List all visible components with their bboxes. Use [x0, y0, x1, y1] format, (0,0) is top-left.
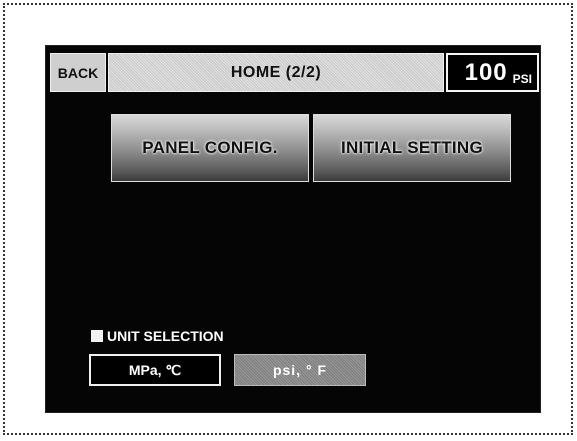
- panel-config-button[interactable]: PANEL CONFIG.: [111, 114, 309, 182]
- device-frame: BACK HOME (2/2) 100 PSI PANEL CONFIG. IN…: [3, 3, 573, 435]
- unit-mpa-celsius-button[interactable]: MPa, ℃: [89, 354, 221, 386]
- pressure-value: 100: [464, 59, 508, 86]
- unit-psi-fahrenheit-button[interactable]: psi, ° F: [234, 354, 366, 386]
- unit-selection-heading: UNIT SELECTION: [91, 328, 224, 344]
- square-bullet-icon: [91, 330, 103, 342]
- unit-selection-label: UNIT SELECTION: [107, 328, 224, 344]
- page-title: HOME (2/2): [108, 53, 444, 92]
- initial-setting-button[interactable]: INITIAL SETTING: [313, 114, 511, 182]
- pressure-unit: PSI: [512, 72, 532, 86]
- menu-buttons: PANEL CONFIG. INITIAL SETTING: [111, 114, 511, 182]
- back-button[interactable]: BACK: [50, 53, 106, 92]
- touch-screen: BACK HOME (2/2) 100 PSI PANEL CONFIG. IN…: [45, 45, 541, 413]
- pressure-readout: 100 PSI: [446, 53, 539, 92]
- header-bar: BACK HOME (2/2) 100 PSI: [50, 53, 539, 92]
